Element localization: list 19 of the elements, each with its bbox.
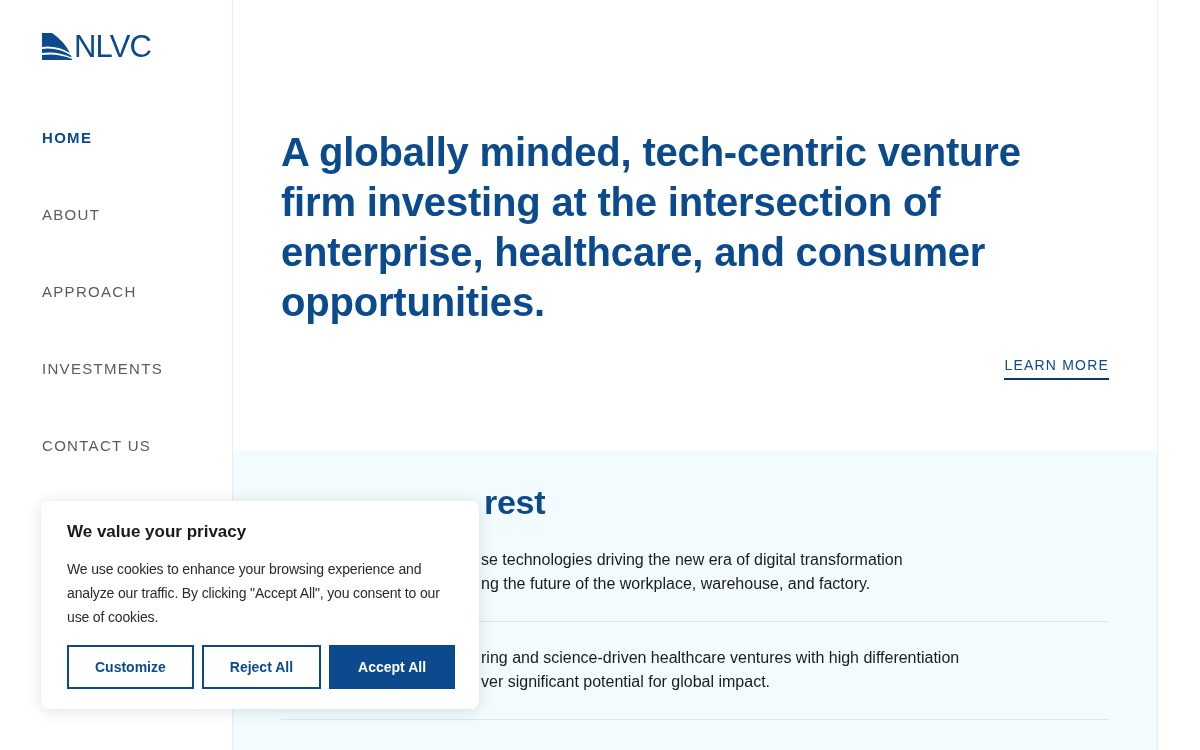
learn-more-link[interactable]: LEARN MORE bbox=[1004, 355, 1109, 380]
accept-button[interactable]: Accept All bbox=[329, 645, 456, 689]
cookie-text: We use cookies to enhance your browsing experience and analyze our traffic. By clicking "Accept All", you consent to our use of cookies. bbox=[67, 560, 441, 627]
nav-link[interactable]: ABOUT bbox=[42, 205, 101, 225]
sail-logo-icon bbox=[42, 33, 72, 60]
nav-link[interactable]: APPROACH bbox=[42, 282, 137, 302]
nav-link[interactable]: HOME bbox=[42, 128, 93, 148]
hero-heading: A globally minded, tech-centric venture firm investing at the intersection of enterprise, healthcare, and consumer opportunities. bbox=[281, 129, 1022, 326]
area-description-line: ver significant potential for global impact. bbox=[481, 672, 771, 692]
area-description-line: se technologies driving the new era of digital transformation bbox=[481, 550, 903, 570]
area-description-line: ng the future of the workplace, warehouse, and factory. bbox=[481, 574, 871, 594]
nav-link[interactable]: INVESTMENTS bbox=[42, 359, 163, 379]
section-heading: rest bbox=[484, 482, 546, 522]
cookie-option-button[interactable]: Customize bbox=[67, 645, 194, 689]
cookie-option-button[interactable]: Reject All bbox=[201, 645, 322, 689]
logo-text: NLVC bbox=[74, 33, 152, 61]
nav-link[interactable]: CONTACT US bbox=[42, 436, 152, 456]
cookie-title: We value your privacy bbox=[67, 521, 248, 543]
area-description-line: ring and science-driven healthcare ventures with high differentiation bbox=[481, 648, 960, 668]
